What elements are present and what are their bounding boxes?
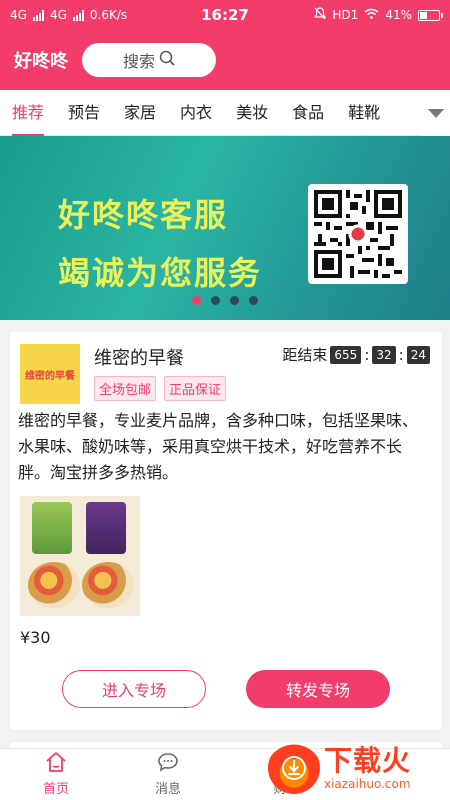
tab-preview[interactable]: 预告 [56,90,112,136]
countdown-minutes: 32 [372,345,396,364]
signal-icon-2 [72,9,84,21]
product-price: ¥30 [20,628,51,647]
nav-home-label: 首页 [42,782,69,797]
watermark-logo: 下载火 xiazaihuo.com [268,736,450,800]
carousel-dot[interactable] [211,296,220,305]
countdown-label: 距结束 [282,346,328,364]
wifi-icon [364,8,379,22]
promo-banner[interactable]: 好咚咚客服 竭诚为您服务 [0,136,450,320]
tab-underwear[interactable]: 内衣 [168,90,224,136]
status-bar: 4G 4G 0.6K/s 16:27 HD1 41% [0,0,450,30]
category-tabs: 推荐 预告 家居 内衣 美妆 食品 鞋靴 [0,90,450,136]
card-title: 维密的早餐 [94,348,184,369]
signal-icon [32,9,44,21]
network-label-2: 4G [49,8,67,22]
tab-home[interactable]: 家居 [112,90,168,136]
card-description: 维密的早餐，专业麦片品牌，含多种口味，包括坚果味、水果味、酸奶味等，采用真空烘干… [18,411,419,482]
battery-percent: 41% [385,8,412,22]
nav-messages[interactable]: 消息 [112,749,224,800]
mute-icon [314,7,327,23]
product-image[interactable] [20,496,140,616]
battery-icon [418,9,443,21]
tab-food[interactable]: 食品 [280,90,336,136]
banner-title: 好咚咚客服 [58,196,229,234]
tag-free-shipping: 全场包邮 [94,376,157,401]
tab-shoes[interactable]: 鞋靴 [336,90,392,136]
countdown-hours: 655 [330,345,362,364]
cereal-bowl [28,562,80,608]
banner-subtitle: 竭诚为您服务 [58,254,263,292]
card-tags: 全场包邮 正品保证 [94,376,227,401]
brand-title: 好咚咚 [14,51,68,72]
carousel-dot[interactable] [230,296,239,305]
home-icon [45,752,67,776]
carousel-indicator [0,296,450,305]
promo-card[interactable]: 维密的早餐 维密的早餐 全场包邮 正品保证 距结束 655 : 32 : 24 … [10,332,442,730]
message-icon [157,752,179,776]
share-special-button[interactable]: 转发专场 [246,670,390,708]
net-speed: 0.6K/s [89,8,128,22]
watermark-url: xiazaihuo.com [324,777,411,791]
search-box[interactable]: 搜索 [82,43,216,77]
search-icon [159,50,175,70]
countdown-timer: 距结束 655 : 32 : 24 [282,344,430,365]
hd-label: HD1 [332,8,359,22]
nav-home[interactable]: 首页 [0,749,112,800]
search-label: 搜索 [122,52,155,71]
carousel-dot[interactable] [249,296,258,305]
nav-messages-label: 消息 [154,782,181,797]
tab-beauty[interactable]: 美妆 [224,90,280,136]
cereal-package-green [32,502,72,554]
brand-logo: 维密的早餐 [20,344,80,404]
download-flame-icon [268,742,320,794]
carousel-dot[interactable] [192,296,201,305]
network-label-1: 4G [10,8,27,22]
cereal-bowl [82,562,134,608]
tabs-expand-button[interactable] [422,90,450,136]
qr-code [308,184,408,284]
countdown-separator: : [398,345,404,364]
tab-recommend[interactable]: 推荐 [0,90,56,136]
enter-special-button[interactable]: 进入专场 [62,670,206,708]
cereal-package-purple [86,502,126,554]
watermark-title: 下载火 [324,744,412,777]
chevron-down-icon [428,104,444,123]
countdown-seconds: 24 [406,345,430,364]
tag-authentic: 正品保证 [164,376,227,401]
app-header: 好咚咚 搜索 [0,30,450,90]
countdown-separator: : [364,345,370,364]
